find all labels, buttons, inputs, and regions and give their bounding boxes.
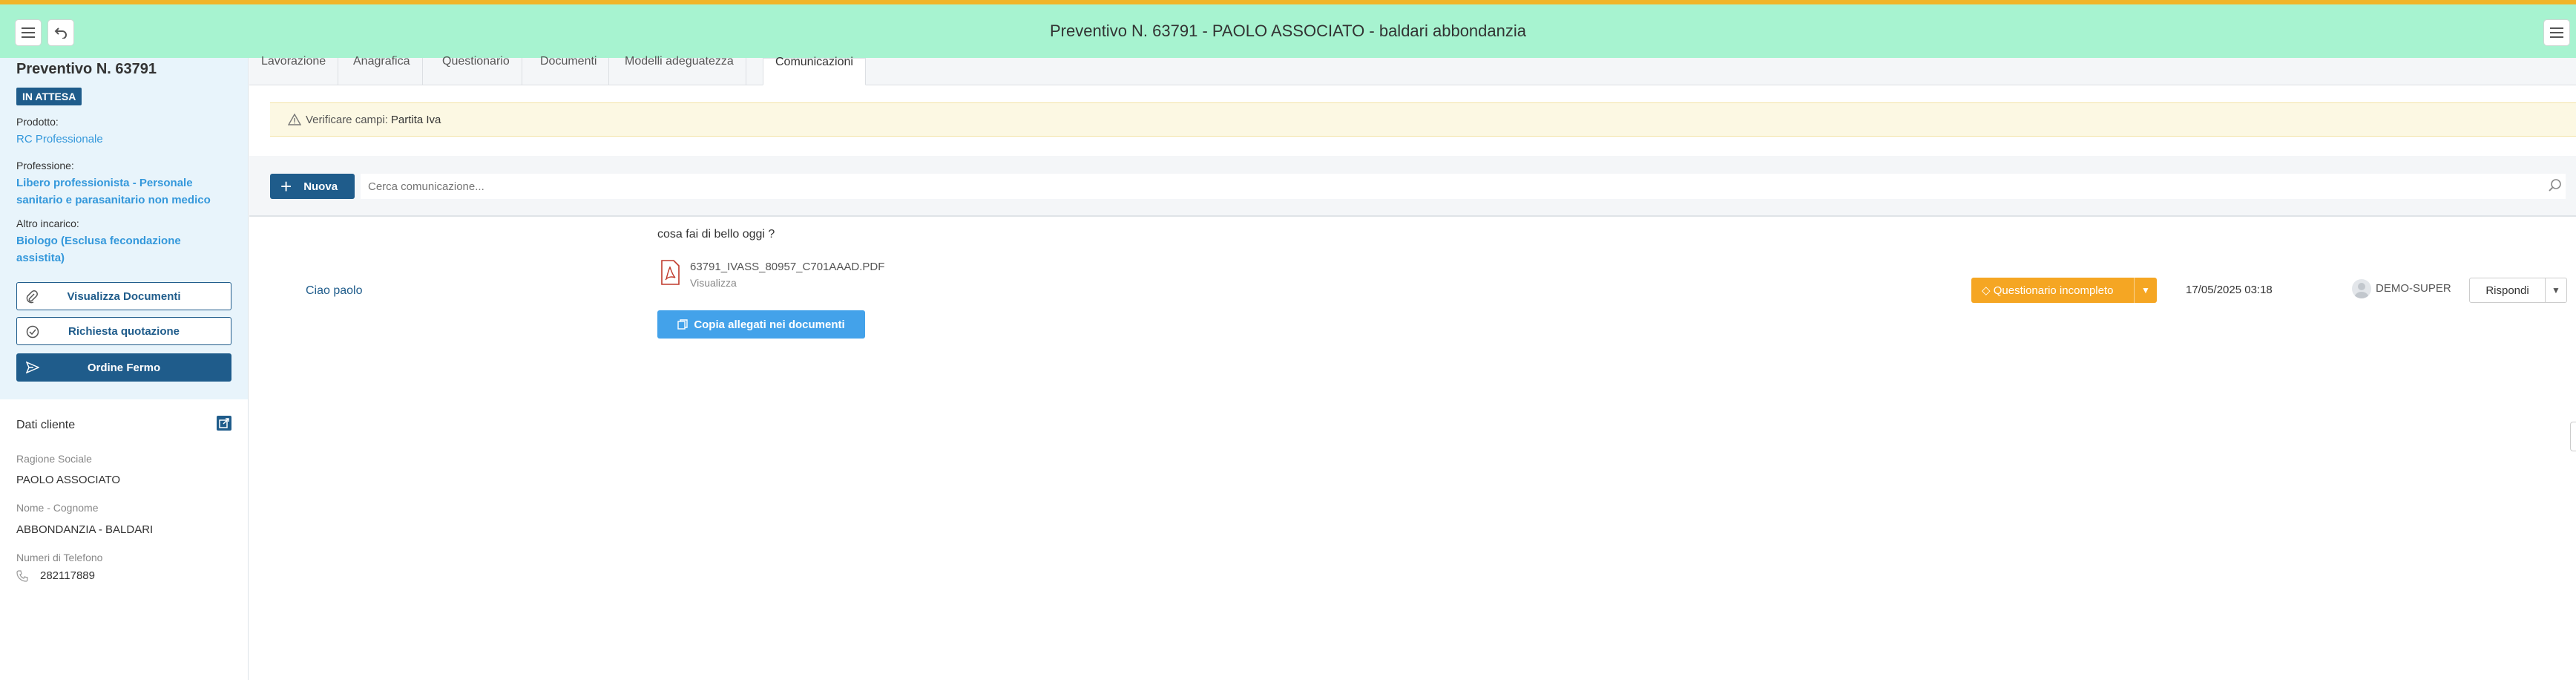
copy-icon xyxy=(677,319,689,330)
chevron-down-icon[interactable]: ▼ xyxy=(2545,278,2566,302)
tab-lavorazione[interactable]: Lavorazione xyxy=(249,56,339,85)
reply-label: Rispondi xyxy=(2485,284,2529,297)
phone-icon xyxy=(16,570,28,582)
message-user: DEMO-SUPER xyxy=(2376,282,2451,295)
tab-questionario[interactable]: Questionario xyxy=(430,56,522,85)
hamburger-icon xyxy=(2550,27,2563,38)
external-edit-icon xyxy=(219,418,229,428)
plus-icon: + xyxy=(280,175,292,197)
firm-order-button[interactable]: Ordine Fermo xyxy=(16,353,231,382)
name-value: ABBONDANZIA - BALDARI xyxy=(16,523,154,536)
user-icon xyxy=(2354,283,2369,298)
paperclip-icon xyxy=(26,290,38,304)
warning-banner: Verificare campi: Partita Iva xyxy=(270,102,2576,137)
product-label: Prodotto: xyxy=(16,116,59,128)
reply-button[interactable]: Rispondi ▼ xyxy=(2469,278,2567,303)
warning-text: Verificare campi: xyxy=(306,113,388,126)
quote-request-button[interactable]: Richiesta quotazione xyxy=(16,317,231,345)
new-label: Nuova xyxy=(303,180,338,193)
view-documents-button[interactable]: Visualizza Documenti xyxy=(16,282,231,310)
copy-attachments-button[interactable]: Copia allegati nei documenti xyxy=(657,310,865,339)
profession-label: Professione: xyxy=(16,160,74,171)
edit-client-button[interactable] xyxy=(217,416,231,431)
side-panel-handle[interactable] xyxy=(2570,422,2576,451)
other-role-value[interactable]: Biologo (Esclusa fecondazione assistita) xyxy=(16,232,209,267)
name-label: Nome - Cognome xyxy=(16,502,99,514)
warning-field: Partita Iva xyxy=(390,113,441,126)
tab-modelli-adeguatezza[interactable]: Modelli adeguatezza xyxy=(613,56,746,85)
firm-order-label: Ordine Fermo xyxy=(87,361,161,374)
product-value[interactable]: RC Professionale xyxy=(16,131,231,148)
client-section xyxy=(0,399,248,680)
message-text: cosa fai di bello oggi ? xyxy=(657,228,775,241)
other-role-label: Altro incarico: xyxy=(16,218,79,229)
message-author[interactable]: Ciao paolo xyxy=(306,284,363,298)
company-value: PAOLO ASSOCIATO xyxy=(16,474,121,486)
check-circle-icon xyxy=(26,325,39,339)
right-menu-button[interactable] xyxy=(2543,19,2570,46)
tab-comunicazioni[interactable]: Comunicazioni xyxy=(763,56,866,85)
status-dropdown[interactable]: ◇ Questionario incompleto ▼ xyxy=(1971,278,2157,303)
avatar xyxy=(2352,279,2371,298)
view-documents-label: Visualizza Documenti xyxy=(67,290,181,303)
company-label: Ragione Sociale xyxy=(16,453,92,465)
new-communication-button[interactable]: + Nuova xyxy=(270,174,355,199)
search-input[interactable] xyxy=(361,174,2566,199)
status-text: Questionario incompleto xyxy=(1993,284,2114,297)
send-icon xyxy=(26,362,39,373)
client-data-title: Dati cliente xyxy=(16,419,76,431)
profession-value[interactable]: Libero professionista - Personale sanita… xyxy=(16,174,231,209)
tab-documenti[interactable]: Documenti xyxy=(528,56,610,85)
tab-bar: Lavorazione Anagrafica Questionario Docu… xyxy=(249,56,2576,85)
quote-title: Preventivo N. 63791 xyxy=(16,61,157,77)
copy-attachments-label: Copia allegati nei documenti xyxy=(694,318,845,331)
attachment-view-link[interactable]: Visualizza xyxy=(690,277,737,289)
message-datetime: 17/05/2025 03:18 xyxy=(2186,284,2273,296)
tag-icon: ◇ xyxy=(1982,284,1991,297)
phone-label: Numeri di Telefono xyxy=(16,552,103,563)
quote-request-label: Richiesta quotazione xyxy=(68,324,180,338)
chevron-down-icon[interactable]: ▼ xyxy=(2134,278,2157,303)
pdf-file-icon[interactable] xyxy=(660,260,680,285)
warning-icon xyxy=(288,114,301,125)
tab-anagrafica[interactable]: Anagrafica xyxy=(341,56,423,85)
phone-value[interactable]: 282117889 xyxy=(40,569,95,582)
status-label: ◇ Questionario incompleto xyxy=(1982,284,2134,297)
app-header: Preventivo N. 63791 - PAOLO ASSOCIATO - … xyxy=(0,4,2576,58)
attachment-name[interactable]: 63791_IVASS_80957_C701AAAD.PDF xyxy=(690,261,884,273)
sidebar: Preventivo N. 63791 IN ATTESA Prodotto: … xyxy=(0,58,249,680)
search-icon[interactable] xyxy=(2548,178,2563,193)
status-badge: IN ATTESA xyxy=(16,88,82,105)
page-title: Preventivo N. 63791 - PAOLO ASSOCIATO - … xyxy=(1049,22,1526,40)
